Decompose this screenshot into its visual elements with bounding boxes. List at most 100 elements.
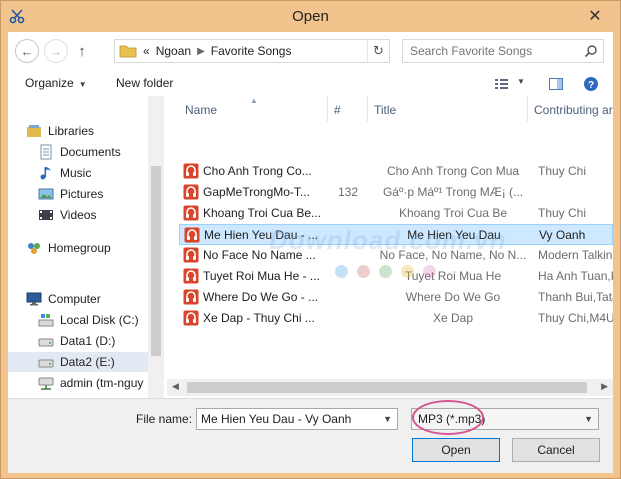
- track-title: Gáº·p Máº¹ Trong MÆ¡ (...: [382, 185, 524, 199]
- forward-button[interactable]: →: [44, 39, 68, 63]
- help-icon[interactable]: ?: [583, 76, 599, 92]
- file-name: Where Do We Go - ...: [203, 290, 319, 304]
- contributing-artist: Thuy Chi: [538, 206, 587, 220]
- back-button[interactable]: ←: [15, 39, 39, 63]
- column-header-name[interactable]: Name: [185, 103, 217, 117]
- chevron-down-icon: ▼: [584, 414, 593, 424]
- title-bar[interactable]: Open ✕: [1, 1, 620, 31]
- nav-data2-e[interactable]: Data2 (E:): [8, 352, 148, 372]
- svg-text:?: ?: [588, 80, 594, 91]
- column-header-title[interactable]: Title: [374, 103, 396, 117]
- new-folder-button[interactable]: New folder: [116, 76, 173, 90]
- command-bar: Organize ▼ New folder ▼ ?: [8, 70, 613, 96]
- horizontal-scroll-thumb[interactable]: [187, 382, 587, 393]
- file-list-horizontal-scrollbar[interactable]: ◀ ▶: [167, 379, 613, 396]
- file-name-combobox[interactable]: ▼: [196, 408, 398, 430]
- nav-videos-label: Videos: [60, 208, 97, 222]
- nav-local-disk-c[interactable]: Local Disk (C:): [38, 310, 139, 330]
- column-divider[interactable]: [367, 96, 368, 122]
- column-divider[interactable]: [327, 96, 328, 122]
- address-bar[interactable]: « Ngoan ▶ Favorite Songs ↻: [114, 39, 390, 63]
- file-row[interactable]: Where Do We Go - ... Where Do We Go Thanh …: [179, 287, 613, 308]
- preview-pane-icon[interactable]: [548, 76, 564, 92]
- contributing-artist: Ha Anh Tuan,Ph: [538, 269, 613, 283]
- file-row[interactable]: Khoang Troi Cua Be... Khoang Troi Cua Be T…: [179, 203, 613, 224]
- nav-pictures-label: Pictures: [60, 187, 104, 201]
- music-file-icon: [183, 184, 199, 200]
- nav-network-label: admin (tm-nguy: [60, 376, 144, 390]
- file-name-input[interactable]: [197, 409, 377, 429]
- column-divider[interactable]: [527, 96, 528, 122]
- videos-icon: [39, 210, 53, 220]
- track-number: 132: [338, 185, 359, 199]
- nav-data1-label: Data1 (D:): [60, 334, 116, 348]
- track-title: Xe Dap: [432, 311, 474, 325]
- nav-computer[interactable]: Computer: [26, 289, 101, 309]
- view-options-icon[interactable]: [494, 76, 510, 92]
- nav-videos[interactable]: Videos: [38, 205, 96, 225]
- watermark-dot: [423, 265, 436, 278]
- file-name: GapMeTrongMo-T...: [203, 185, 310, 199]
- nav-homegroup-label: Homegroup: [48, 241, 111, 255]
- cancel-button[interactable]: Cancel: [512, 438, 600, 462]
- file-row[interactable]: Tuyet Roi Mua He - ... Tuyet Roi Mua He Ha…: [179, 266, 613, 287]
- arrow-right-icon: →: [49, 43, 63, 59]
- refresh-button[interactable]: ↻: [367, 40, 389, 62]
- file-row[interactable]: GapMeTrongMo-T... 132 Gáº·p Máº¹ Trong MÆ¡…: [179, 182, 613, 203]
- navigation-pane: Libraries Documents Music Pictures Video…: [8, 96, 164, 399]
- nav-documents-label: Documents: [60, 145, 121, 159]
- dialog-footer: File name: ▼ MP3 (*.mp3) ▼ Open Cancel: [8, 398, 613, 473]
- music-file-icon: [183, 205, 199, 221]
- open-button[interactable]: Open: [412, 438, 500, 462]
- nav-pictures[interactable]: Pictures: [38, 184, 103, 204]
- search-input[interactable]: [403, 40, 579, 62]
- file-name: Cho Anh Trong Co...: [203, 164, 312, 178]
- watermark-dot: [401, 265, 414, 278]
- nav-libraries[interactable]: Libraries: [26, 121, 94, 141]
- nav-pane-scrollbar[interactable]: [148, 96, 164, 399]
- drive-icon: [38, 359, 54, 368]
- chevron-down-icon[interactable]: ▼: [383, 414, 392, 424]
- track-title: Cho Anh Trong Con Mua: [386, 164, 520, 178]
- contributing-artist: Thanh Bui,Tata: [538, 290, 613, 304]
- breadcrumb-overflow[interactable]: «: [143, 44, 150, 58]
- nav-music[interactable]: Music: [38, 163, 91, 183]
- watermark-dot: [357, 265, 370, 278]
- close-icon: ✕: [588, 8, 602, 25]
- view-caret-icon[interactable]: ▼: [517, 77, 525, 86]
- up-button[interactable]: ↑: [72, 39, 92, 63]
- close-button[interactable]: ✕: [580, 5, 610, 27]
- nav-homegroup[interactable]: Homegroup: [26, 238, 111, 258]
- music-file-icon: [183, 289, 199, 305]
- music-file-icon: [184, 227, 200, 243]
- chevron-right-icon[interactable]: ▶: [197, 46, 205, 57]
- scroll-right-icon[interactable]: ▶: [601, 381, 608, 392]
- search-icon[interactable]: [584, 44, 598, 58]
- highlight-circle-annotation: [412, 400, 484, 435]
- caret-down-icon: ▼: [78, 80, 87, 89]
- organize-button[interactable]: Organize ▼: [25, 76, 87, 90]
- breadcrumb-ngoan[interactable]: Ngoan: [156, 44, 191, 58]
- documents-icon: [40, 144, 52, 160]
- music-file-icon: [183, 268, 199, 284]
- nav-pane-scroll-thumb[interactable]: [151, 166, 161, 356]
- nav-data2-label: Data2 (E:): [60, 355, 115, 369]
- open-dialog-window: Open ✕ ← → ↑ « Ngoan ▶ Favorite Songs ↻: [0, 0, 621, 479]
- nav-network-share[interactable]: admin (tm-nguy: [38, 373, 143, 393]
- column-header-number[interactable]: #: [334, 103, 341, 117]
- scroll-left-icon[interactable]: ◀: [172, 381, 179, 392]
- nav-data1-d[interactable]: Data1 (D:): [38, 331, 115, 351]
- search-box[interactable]: [402, 39, 604, 63]
- breadcrumb-favorite-songs[interactable]: Favorite Songs: [211, 44, 292, 58]
- column-header-contributing-artists[interactable]: Contributing art: [534, 103, 613, 117]
- nav-documents[interactable]: Documents: [38, 142, 121, 162]
- file-row[interactable]: Cho Anh Trong Co... Cho Anh Trong Con Mua…: [179, 161, 613, 182]
- libraries-icon: [27, 125, 41, 137]
- contributing-artist: Vy Oanh: [539, 228, 586, 242]
- file-name: Tuyet Roi Mua He - ...: [203, 269, 320, 283]
- contributing-artist: Modern Talking: [538, 248, 613, 262]
- nav-computer-label: Computer: [48, 292, 101, 306]
- computer-icon: [26, 292, 42, 306]
- music-file-icon: [183, 310, 199, 326]
- file-row[interactable]: Xe Dap - Thuy Chi ... Xe Dap Thuy Chi,M4U: [179, 308, 613, 329]
